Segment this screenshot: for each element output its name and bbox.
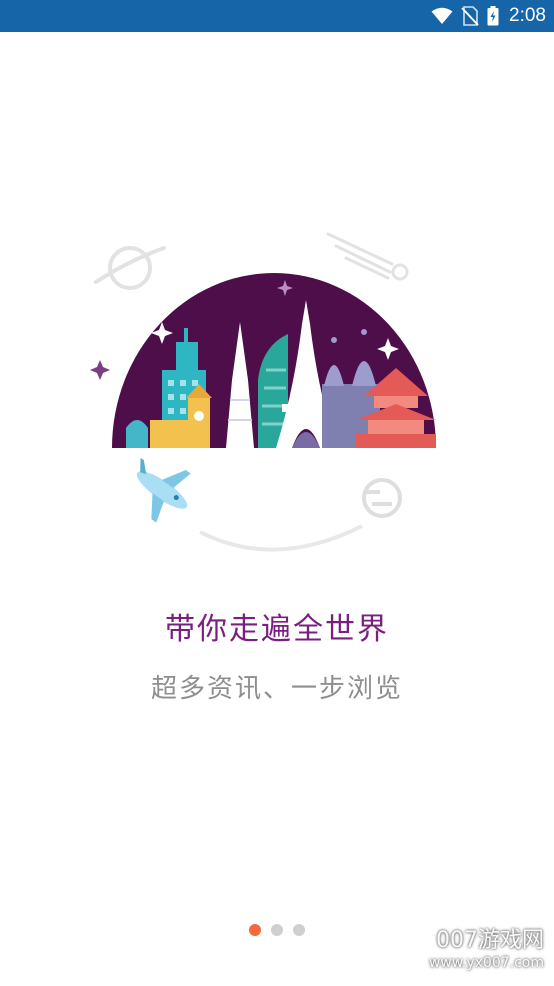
orbit-arc: [199, 524, 363, 552]
watermark: 007游戏网 www.yx007.com: [429, 928, 544, 972]
page-dot-1[interactable]: [249, 924, 261, 936]
watermark-url: www.yx007.com: [428, 955, 544, 971]
battery-charging-icon: [487, 6, 499, 26]
wifi-icon: [431, 7, 453, 25]
onboarding-headline: 带你走遍全世界: [165, 612, 389, 647]
city-skyline-globe-illustration: [80, 220, 500, 560]
airplane-icon: [136, 457, 191, 523]
planet-icon: [94, 246, 166, 290]
status-bar: 2:08: [0, 0, 554, 32]
comet-icon: [326, 232, 409, 281]
page-dot-3[interactable]: [293, 924, 305, 936]
page-dot-2[interactable]: [271, 924, 283, 936]
status-icons: 2:08: [431, 0, 546, 32]
sparkle-icon: [90, 360, 110, 380]
small-planet-icon: [362, 478, 402, 518]
status-time: 2:08: [509, 5, 546, 26]
watermark-brand: 007游戏网: [436, 928, 544, 953]
no-sim-icon: [461, 6, 479, 26]
onboarding-subline: 超多资讯、一步浏览: [150, 674, 403, 704]
